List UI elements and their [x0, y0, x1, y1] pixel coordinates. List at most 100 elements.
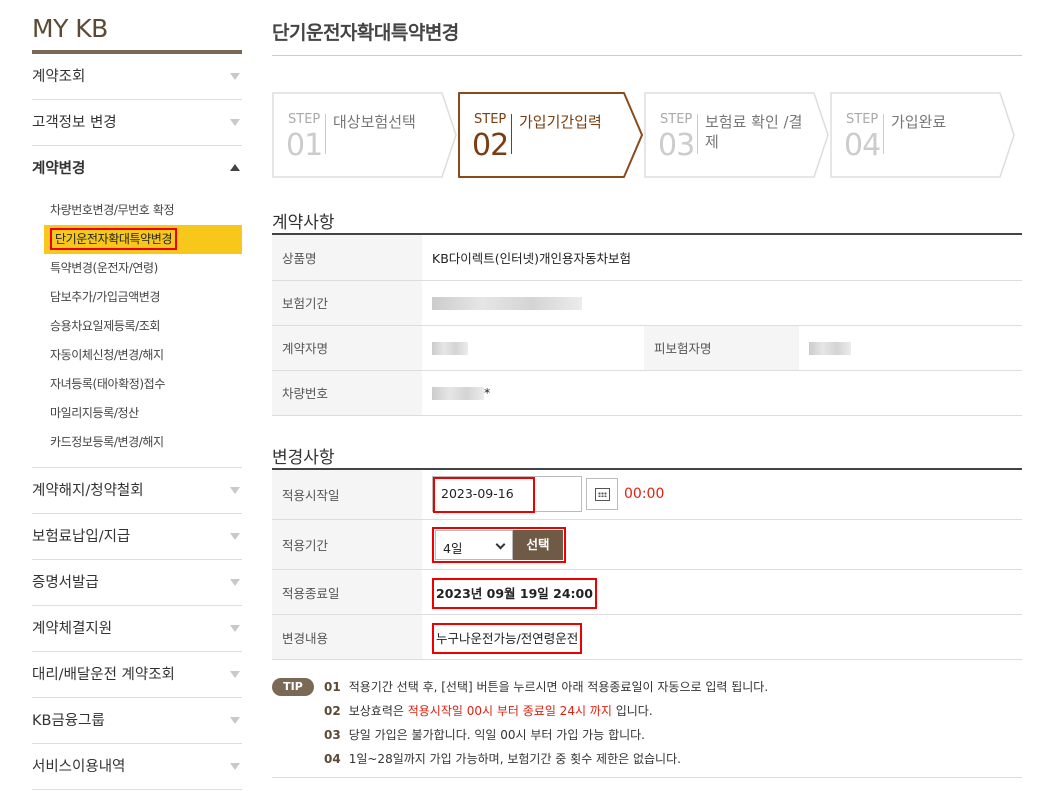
- sub-item-auto-transfer[interactable]: 자동이체신청/변경/해지: [32, 341, 242, 370]
- menu-payment[interactable]: 보험료납입/지급: [32, 514, 242, 560]
- period-select-value: 4일: [443, 540, 463, 556]
- step-label: STEP: [288, 112, 321, 127]
- menu-contract-change[interactable]: 계약변경: [32, 146, 242, 192]
- chevron-down-icon: [230, 625, 240, 632]
- submenu-contract-change: 차량번호변경/무번호 확정 단기운전자확대특약변경 특약변경(운전자/연령) 담…: [32, 192, 242, 468]
- menu-kb-group[interactable]: KB금융그룹: [32, 698, 242, 744]
- select-button[interactable]: 선택: [513, 529, 563, 560]
- period-select-cell: 4일 선택: [422, 519, 1022, 570]
- step-number: 01: [286, 128, 323, 163]
- menu-label: 계약체결지원: [32, 621, 113, 637]
- step-divider: [511, 114, 512, 154]
- step-number: 04: [844, 128, 881, 163]
- start-date-cell: 2023-09-16 00:00: [422, 469, 1022, 520]
- car-suffix: *: [484, 385, 491, 400]
- chevron-up-icon: [230, 164, 240, 171]
- start-date-input[interactable]: 2023-09-16: [432, 476, 582, 514]
- table-row: 적용종료일 2023년 09월 19일 24:00: [272, 569, 1022, 615]
- menu-contract-inquiry[interactable]: 계약조회: [32, 54, 242, 100]
- step-divider: [697, 114, 698, 154]
- menu-label: 대리/배달운전 계약조회: [32, 667, 175, 683]
- menu-certificate[interactable]: 증명서발급: [32, 560, 242, 606]
- redacted-value: [432, 342, 468, 355]
- menu-label: 서비스이용내역: [32, 759, 126, 775]
- table-row: 보험기간: [272, 280, 1022, 326]
- period-select-label: 적용기간: [272, 519, 422, 570]
- chevron-down-icon: [230, 119, 240, 126]
- main-content: 단기운전자확대특약변경 STEP 01 대상보험선택 STEP 02 가입기간입…: [272, 0, 1022, 778]
- car-label: 차량번호: [272, 370, 422, 416]
- step-name: 가입기간입력: [519, 113, 602, 131]
- end-date-label: 적용종료일: [272, 569, 422, 615]
- holder-value: [422, 325, 644, 371]
- period-label: 보험기간: [272, 280, 422, 326]
- change-content-cell: 누구나운전가능/전연령운전: [422, 614, 1022, 660]
- tip-text-highlight: 적용시작일 00시 부터 종료일 24시 까지: [407, 704, 612, 718]
- table-row: 적용기간 4일 선택: [272, 519, 1022, 570]
- menu-label: 계약변경: [32, 161, 86, 177]
- product-value: KB다이렉트(인터넷)개인용자동차보험: [422, 235, 1022, 281]
- sub-item-mileage[interactable]: 마일리지등록/정산: [32, 399, 242, 428]
- step-04: STEP 04 가입완료: [830, 92, 1016, 178]
- sub-item-label: 단기운전자확대특약변경: [50, 228, 178, 250]
- chevron-down-icon: [230, 487, 240, 494]
- tip-number: 04: [324, 752, 341, 766]
- menu-label: 증명서발급: [32, 575, 99, 591]
- redacted-value: [432, 297, 582, 310]
- sub-item-short-term-driver[interactable]: 단기운전자확대특약변경: [44, 225, 242, 254]
- step-divider: [325, 114, 326, 154]
- sub-item-car-number[interactable]: 차량번호변경/무번호 확정: [32, 196, 242, 225]
- step-label: STEP: [660, 112, 693, 127]
- step-number: 03: [658, 128, 695, 163]
- calendar-button[interactable]: [586, 478, 618, 511]
- contract-section-title: 계약사항: [272, 208, 1022, 235]
- menu-label: KB금융그룹: [32, 713, 105, 729]
- change-table: 적용시작일 2023-09-16 00:00 적용기간 4일 선택 적용종료일 2…: [272, 469, 1022, 660]
- menu-proxy-driving[interactable]: 대리/배달운전 계약조회: [32, 652, 242, 698]
- brand-title: MY KB: [32, 0, 242, 54]
- change-content-label: 변경내용: [272, 614, 422, 660]
- redacted-value: [809, 342, 851, 355]
- redacted-value: [432, 387, 484, 400]
- menu-cancel[interactable]: 계약해지/청약철회: [32, 468, 242, 514]
- step-03: STEP 03 보험료 확인 /결제: [644, 92, 830, 178]
- menu-customer-info[interactable]: 고객정보 변경: [32, 100, 242, 146]
- sub-item-card-info[interactable]: 카드정보등록/변경/해지: [32, 428, 242, 457]
- menu-label: 계약조회: [32, 69, 86, 85]
- change-content-value: 누구나운전가능/전연령운전: [432, 622, 583, 654]
- sub-item-child-register[interactable]: 자녀등록(태아확정)접수: [32, 370, 242, 399]
- sub-item-weekday-car[interactable]: 승용차요일제등록/조회: [32, 312, 242, 341]
- start-time: 00:00: [624, 486, 665, 503]
- menu-service-history[interactable]: 서비스이용내역: [32, 744, 242, 790]
- tip-badge: TIP: [272, 678, 314, 696]
- step-name: 대상보험선택: [333, 113, 416, 131]
- chevron-down-icon: [230, 73, 240, 80]
- chevron-down-icon: [230, 717, 240, 724]
- tip-row: 01 적용기간 선택 후, [선택] 버튼을 누르시면 아래 적용종료일이 자동으…: [324, 678, 768, 695]
- sub-item-coverage-add[interactable]: 담보추가/가입금액변경: [32, 283, 242, 312]
- period-highlight: 4일 선택: [432, 526, 566, 563]
- period-value: [422, 280, 1022, 326]
- chevron-down-icon: [495, 539, 506, 549]
- contract-table: 상품명 KB다이렉트(인터넷)개인용자동차보험 보험기간 계약자명 피보험자명 …: [272, 235, 1022, 416]
- chevron-down-icon: [230, 533, 240, 540]
- product-label: 상품명: [272, 235, 422, 281]
- tip-number: 02: [324, 704, 341, 718]
- tips-box: TIP 01 적용기간 선택 후, [선택] 버튼을 누르시면 아래 적용종료일이…: [272, 668, 1022, 778]
- step-name: 가입완료: [891, 113, 947, 131]
- step-name: 보험료 확인 /결제: [705, 113, 803, 151]
- menu-contract-support[interactable]: 계약체결지원: [32, 606, 242, 652]
- tip-row: 02 보상효력은 적용시작일 00시 부터 종료일 24시 까지 입니다.: [324, 702, 653, 719]
- sub-item-rider-change[interactable]: 특약변경(운전자/연령): [32, 254, 242, 283]
- end-date-value: 2023년 09월 19일 24:00: [432, 577, 597, 609]
- chevron-down-icon: [230, 579, 240, 586]
- table-row: 계약자명 피보험자명: [272, 325, 1022, 371]
- step-label: STEP: [846, 112, 879, 127]
- chevron-down-icon: [230, 763, 240, 770]
- step-number: 02: [472, 128, 509, 163]
- period-select[interactable]: 4일: [435, 529, 513, 560]
- tip-text: 보상효력은: [348, 704, 408, 718]
- step-label: STEP: [474, 112, 507, 127]
- step-indicator: STEP 01 대상보험선택 STEP 02 가입기간입력 STEP 03 보험…: [272, 92, 1022, 180]
- chevron-down-icon: [230, 671, 240, 678]
